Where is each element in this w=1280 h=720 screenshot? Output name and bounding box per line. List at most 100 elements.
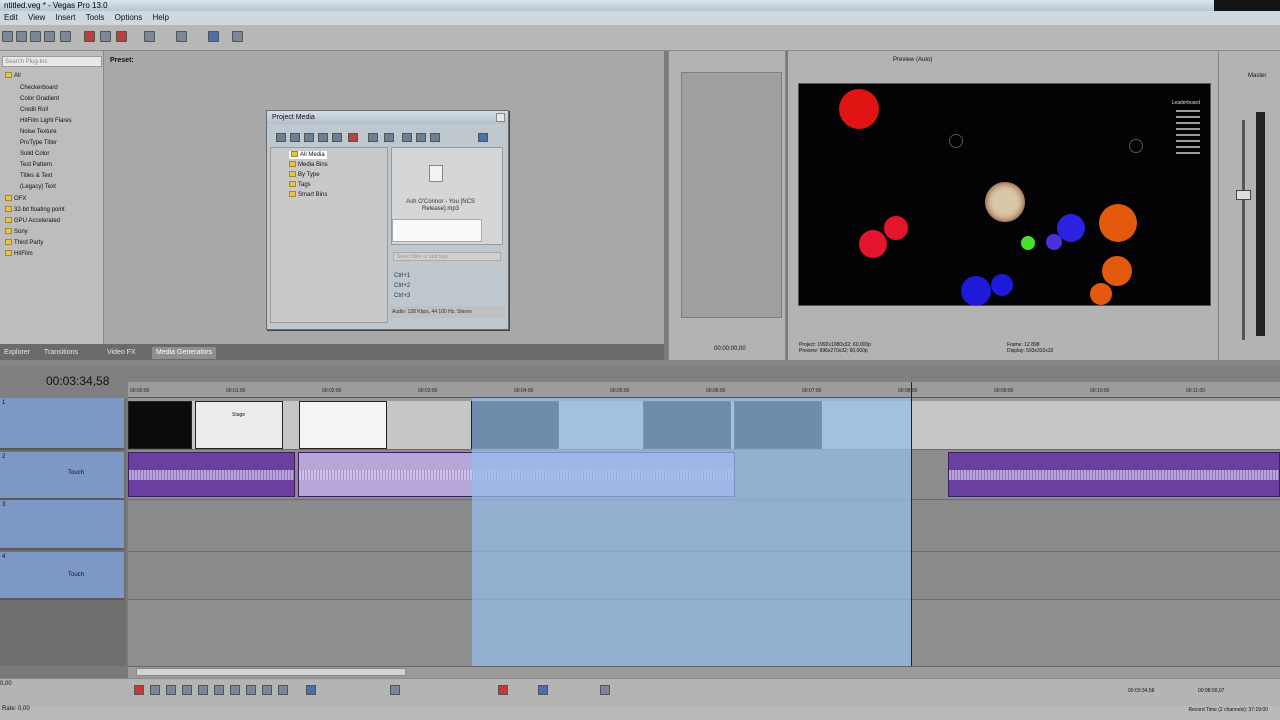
auto-ripple-icon[interactable]	[600, 685, 610, 695]
tree-item-gpu[interactable]: GPU Accelerated	[5, 217, 60, 225]
go-to-end-icon[interactable]	[246, 685, 256, 695]
auto-preview-icon[interactable]	[384, 133, 394, 142]
properties-icon[interactable]	[332, 133, 342, 142]
video-clip-stage[interactable]: Stage	[195, 401, 283, 449]
tree-item-tags[interactable]: Tags	[289, 181, 311, 189]
tab-video-fx[interactable]: Video FX	[103, 347, 140, 359]
tree-item-legacy-text[interactable]: (Legacy) Text	[20, 183, 56, 191]
audio-clip[interactable]	[128, 452, 295, 497]
play-icon[interactable]	[402, 133, 412, 142]
audio-clip[interactable]	[948, 452, 1280, 497]
video-clip[interactable]	[128, 401, 192, 449]
save-as-icon[interactable]	[44, 31, 55, 42]
menu-help[interactable]: Help	[152, 11, 168, 25]
tree-item-hitfilm[interactable]: HitFilm	[5, 250, 33, 258]
menu-edit[interactable]: Edit	[4, 11, 18, 25]
tree-item-hitfilm-light-flares[interactable]: HitFilm Light Flares	[20, 117, 72, 125]
whats-this-icon[interactable]	[232, 31, 243, 42]
menu-insert[interactable]: Insert	[55, 11, 75, 25]
tree-item-solid-color[interactable]: Solid Color	[20, 150, 49, 158]
video-clip-white[interactable]	[299, 401, 387, 449]
folder-icon	[5, 250, 12, 257]
stop-icon[interactable]	[416, 133, 426, 142]
loop-icon[interactable]	[430, 133, 440, 142]
tree-item-color-gradient[interactable]: Color Gradient	[20, 95, 59, 103]
split-icon[interactable]	[390, 685, 400, 695]
close-icon[interactable]	[496, 113, 505, 122]
tree-item-sony[interactable]: Sony	[5, 228, 28, 236]
media-drop-area[interactable]	[392, 219, 482, 242]
views-icon[interactable]	[478, 133, 488, 142]
tree-item-all-media[interactable]: All Media	[289, 151, 327, 159]
render-icon[interactable]	[60, 31, 71, 42]
tab-transitions[interactable]: Transitions	[40, 347, 82, 359]
copy-icon[interactable]	[100, 31, 111, 42]
import-media-icon[interactable]	[276, 133, 286, 142]
snapping-icon[interactable]	[538, 685, 548, 695]
master-fader-handle[interactable]	[1236, 190, 1251, 200]
record-icon[interactable]	[134, 685, 144, 695]
menu-options[interactable]: Options	[115, 11, 143, 25]
tree-item-credit-roll[interactable]: Credit Roll	[20, 106, 48, 114]
capture-icon[interactable]	[290, 133, 300, 142]
enable-snapping-icon[interactable]	[208, 31, 219, 42]
plugin-search-input[interactable]: Search Plug-ins	[2, 56, 102, 67]
timeline-ruler[interactable]: 00:00:00 00:01:00 00:02:00 00:03:00 00:0…	[128, 382, 1280, 398]
track-header-video-3[interactable]: 3	[0, 500, 124, 550]
tree-item-ofx[interactable]: OFX	[5, 195, 26, 203]
tab-media-generators[interactable]: Media Generators	[152, 347, 217, 359]
cursor-position: 00:03:34,58	[1128, 688, 1155, 694]
refresh-icon[interactable]	[318, 133, 328, 142]
tree-item-test-pattern[interactable]: Test Pattern	[20, 161, 52, 169]
previous-frame-icon[interactable]	[262, 685, 272, 695]
tree-item-checkerboard[interactable]: Checkerboard	[20, 84, 58, 92]
open-icon[interactable]	[16, 31, 27, 42]
next-frame-icon[interactable]	[278, 685, 288, 695]
shortcut-2: Ctrl+2	[394, 283, 411, 289]
tree-item-third-party[interactable]: Third Party	[5, 239, 43, 247]
video-preview-screen[interactable]: Leaderboard	[798, 83, 1211, 306]
track-header-audio-2[interactable]: 2 Touch	[0, 452, 124, 500]
tree-item-all[interactable]: All	[5, 72, 21, 80]
loop-region-selection[interactable]	[472, 398, 912, 666]
loop-playback-icon[interactable]	[150, 685, 160, 695]
tag-filter-input[interactable]: Select filter or add tags	[393, 252, 501, 261]
tree-item-smart-bins[interactable]: Smart Bins	[289, 191, 327, 199]
new-icon[interactable]	[2, 31, 13, 42]
tree-item-media-bins[interactable]: Media Bins	[289, 161, 328, 169]
automation-mode[interactable]: Touch	[68, 572, 84, 578]
tree-item-by-type[interactable]: By Type	[289, 171, 320, 179]
tab-explorer[interactable]: Explorer	[0, 347, 34, 359]
menu-tools[interactable]: Tools	[86, 11, 105, 25]
stop-icon[interactable]	[214, 685, 224, 695]
normal-edit-tool-icon[interactable]	[306, 685, 316, 695]
pause-icon[interactable]	[198, 685, 208, 695]
play-from-start-icon[interactable]	[166, 685, 176, 695]
scrollbar-thumb[interactable]	[136, 668, 406, 676]
tree-item-32bit[interactable]: 32-bit floating point	[5, 206, 65, 214]
leaderboard-line	[1176, 152, 1200, 154]
redo-icon[interactable]	[176, 31, 187, 42]
media-file-name[interactable]: Ash O'Connor - You [NCS Release].mp3	[393, 199, 488, 213]
cut-icon[interactable]	[84, 31, 95, 42]
audio-file-icon[interactable]	[429, 165, 443, 182]
tree-item-titles-text[interactable]: Titles & Text	[20, 172, 52, 180]
remove-icon[interactable]	[348, 133, 358, 142]
timeline-cursor[interactable]	[911, 382, 912, 666]
save-icon[interactable]	[30, 31, 41, 42]
go-to-start-icon[interactable]	[230, 685, 240, 695]
undo-icon[interactable]	[144, 31, 155, 42]
menu-view[interactable]: View	[28, 11, 45, 25]
delete-icon[interactable]	[116, 31, 127, 42]
trimmer-view[interactable]	[681, 72, 782, 318]
track-header-audio-4[interactable]: 4 Touch	[0, 552, 124, 600]
tree-item-noise-texture[interactable]: Noise Texture	[20, 128, 57, 136]
track-header-video-1[interactable]: 1	[0, 398, 124, 450]
automation-mode[interactable]: Touch	[68, 470, 84, 476]
marker-icon[interactable]	[498, 685, 508, 695]
play-icon[interactable]	[182, 685, 192, 695]
tree-item-protype-titler[interactable]: ProType Titler	[20, 139, 57, 147]
preview-quality[interactable]: Preview (Auto)	[893, 57, 932, 63]
media-fx-icon[interactable]	[368, 133, 378, 142]
get-media-icon[interactable]	[304, 133, 314, 142]
